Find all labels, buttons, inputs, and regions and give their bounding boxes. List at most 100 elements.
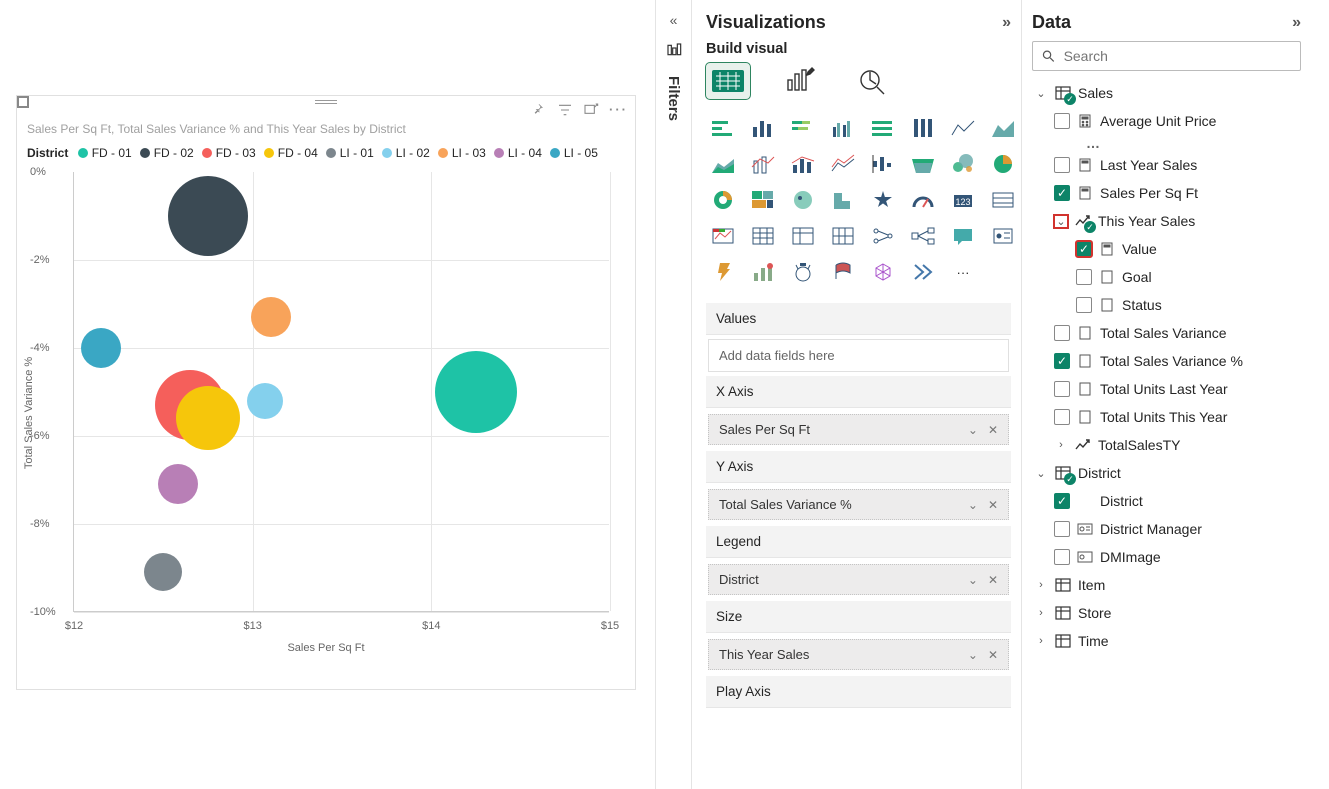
checkbox[interactable] (1054, 381, 1070, 397)
y-axis-field-chip[interactable]: Total Sales Variance % ⌄✕ (708, 489, 1009, 520)
field-last-year-sales[interactable]: Last Year Sales (1032, 151, 1301, 179)
field-this-year-sales[interactable]: ⌄This Year Sales (1032, 207, 1301, 235)
table-store[interactable]: ›Store (1032, 599, 1301, 627)
viz-type-icon[interactable] (986, 113, 1020, 143)
viz-type-icon[interactable] (786, 257, 820, 287)
legend-item[interactable]: LI - 04 (494, 146, 542, 160)
search-box[interactable] (1032, 41, 1301, 71)
build-visual-tab[interactable] (706, 63, 750, 99)
viz-type-icon[interactable]: 123 (946, 185, 980, 215)
viz-type-icon[interactable] (826, 113, 860, 143)
viz-type-icon[interactable] (826, 257, 860, 287)
checkbox[interactable] (1054, 157, 1070, 173)
viz-type-icon[interactable] (746, 113, 780, 143)
legend-field-chip[interactable]: District ⌄✕ (708, 564, 1009, 595)
chevron-down-icon[interactable]: ⌄ (968, 648, 978, 662)
bubble-FD-04[interactable] (176, 386, 240, 450)
viz-type-icon[interactable] (866, 149, 900, 179)
collapse-data-icon[interactable]: » (1292, 14, 1301, 32)
legend-item[interactable]: FD - 01 (78, 146, 132, 160)
viz-type-icon[interactable] (986, 185, 1020, 215)
remove-field-icon[interactable]: ✕ (988, 648, 998, 662)
checkbox[interactable] (1076, 269, 1092, 285)
viz-type-icon[interactable] (786, 221, 820, 251)
field-tys-status[interactable]: Status (1032, 291, 1301, 319)
bubble-FD-02[interactable] (168, 176, 248, 256)
visual-container[interactable]: ··· Sales Per Sq Ft, Total Sales Varianc… (16, 95, 636, 690)
bubble-LI-05[interactable] (81, 328, 121, 368)
legend-item[interactable]: FD - 04 (264, 146, 318, 160)
viz-type-icon[interactable] (866, 185, 900, 215)
viz-type-icon[interactable] (706, 149, 740, 179)
bubble-FD-01[interactable] (435, 351, 517, 433)
viz-type-icon[interactable] (986, 149, 1020, 179)
viz-type-icon[interactable] (946, 113, 980, 143)
search-input[interactable] (1064, 48, 1292, 64)
remove-field-icon[interactable]: ✕ (988, 573, 998, 587)
focus-mode-icon[interactable] (583, 102, 599, 118)
field-total-sales-ty[interactable]: ›TotalSalesTY (1032, 431, 1301, 459)
bubble-LI-03[interactable] (251, 297, 291, 337)
field-district-manager[interactable]: District Manager (1032, 515, 1301, 543)
remove-field-icon[interactable]: ✕ (988, 423, 998, 437)
checkbox[interactable] (1076, 297, 1092, 313)
checkbox[interactable] (1054, 549, 1070, 565)
expand-this-year-sales[interactable]: ⌄ (1054, 215, 1068, 228)
bubble-LI-01[interactable] (144, 553, 182, 591)
viz-type-icon[interactable] (906, 113, 940, 143)
viz-type-icon[interactable] (866, 257, 900, 287)
table-item[interactable]: ›Item (1032, 571, 1301, 599)
checkbox[interactable] (1054, 409, 1070, 425)
viz-type-icon[interactable] (826, 185, 860, 215)
field-sales-per-sqft[interactable]: ✓Sales Per Sq Ft (1032, 179, 1301, 207)
legend-item[interactable]: LI - 05 (550, 146, 598, 160)
viz-type-icon[interactable] (706, 185, 740, 215)
field-tys-value[interactable]: ✓Value (1032, 235, 1301, 263)
size-field-chip[interactable]: This Year Sales ⌄✕ (708, 639, 1009, 670)
legend-item[interactable]: FD - 02 (140, 146, 194, 160)
drag-handle-icon[interactable] (311, 100, 341, 110)
chevron-down-icon[interactable]: ⌄ (968, 498, 978, 512)
chevron-down-icon[interactable]: ⌄ (968, 423, 978, 437)
field-total-sales-variance-pct[interactable]: ✓Total Sales Variance % (1032, 347, 1301, 375)
viz-type-icon[interactable] (986, 221, 1020, 251)
legend-item[interactable]: LI - 03 (438, 146, 486, 160)
viz-type-icon[interactable] (706, 221, 740, 251)
pin-icon[interactable] (531, 102, 547, 118)
viz-type-icon[interactable] (706, 113, 740, 143)
bubble-LI-04[interactable] (158, 464, 198, 504)
field-dm-image[interactable]: DMImage (1032, 543, 1301, 571)
legend-item[interactable]: LI - 01 (326, 146, 374, 160)
checkbox[interactable]: ✓ (1076, 241, 1092, 257)
viz-type-icon[interactable] (746, 221, 780, 251)
field-district[interactable]: ✓District (1032, 487, 1301, 515)
checkbox[interactable]: ✓ (1054, 353, 1070, 369)
filter-icon[interactable] (557, 102, 573, 118)
field-average-unit-price[interactable]: Average Unit Price (1032, 107, 1301, 135)
collapse-viz-icon[interactable]: » (1002, 14, 1011, 32)
values-well[interactable]: Add data fields here (708, 339, 1009, 372)
checkbox[interactable] (1054, 113, 1070, 129)
viz-type-icon[interactable] (906, 185, 940, 215)
more-options-icon[interactable]: ··· (609, 102, 625, 118)
filters-pane-collapsed[interactable]: « Filters (655, 0, 691, 789)
viz-type-icon[interactable] (906, 257, 940, 287)
viz-type-icon[interactable] (906, 149, 940, 179)
viz-type-icon[interactable] (706, 257, 740, 287)
viz-type-icon[interactable] (866, 113, 900, 143)
viz-type-icon[interactable] (946, 149, 980, 179)
x-axis-field-chip[interactable]: Sales Per Sq Ft ⌄✕ (708, 414, 1009, 445)
table-sales[interactable]: ⌄Sales (1032, 79, 1301, 107)
field-overflow-ellipsis[interactable]: … (1032, 135, 1301, 151)
bubble-LI-02[interactable] (247, 383, 283, 419)
report-canvas[interactable]: ··· Sales Per Sq Ft, Total Sales Varianc… (0, 0, 655, 789)
viz-type-icon[interactable] (746, 257, 780, 287)
viz-type-icon[interactable] (786, 113, 820, 143)
legend-item[interactable]: LI - 02 (382, 146, 430, 160)
viz-type-icon[interactable] (746, 149, 780, 179)
table-time[interactable]: ›Time (1032, 627, 1301, 655)
field-total-sales-variance[interactable]: Total Sales Variance (1032, 319, 1301, 347)
checkbox[interactable]: ✓ (1054, 185, 1070, 201)
remove-field-icon[interactable]: ✕ (988, 498, 998, 512)
viz-type-icon[interactable] (746, 185, 780, 215)
